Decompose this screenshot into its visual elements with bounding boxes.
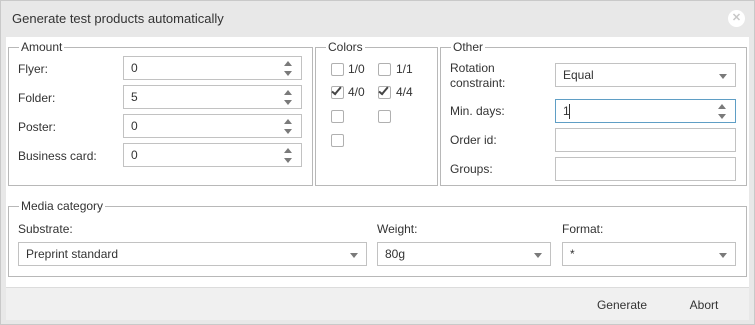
media-category-legend: Media category bbox=[21, 199, 104, 213]
color-label-4-4: 4/4 bbox=[396, 85, 413, 99]
groups-label: Groups: bbox=[450, 162, 493, 176]
checkmark-icon bbox=[331, 84, 342, 96]
other-legend: Other bbox=[453, 40, 484, 54]
spinner-icon[interactable] bbox=[284, 61, 293, 76]
flyer-quantity-input[interactable]: 0 bbox=[123, 56, 302, 80]
groups-input[interactable] bbox=[555, 157, 736, 181]
flyer-label: Flyer: bbox=[18, 62, 48, 76]
dialog-title: Generate test products automatically bbox=[12, 11, 224, 26]
dialog-body: Amount Flyer: 0 Folder: 5 Poster: 0 Busi… bbox=[6, 37, 749, 287]
spinner-icon[interactable] bbox=[718, 104, 727, 119]
poster-quantity-input[interactable]: 0 bbox=[123, 114, 302, 138]
spinner-icon[interactable] bbox=[284, 148, 293, 163]
poster-quantity-value: 0 bbox=[131, 119, 138, 133]
folder-quantity-value: 5 bbox=[131, 90, 138, 104]
format-label: Format: bbox=[562, 222, 604, 236]
abort-button[interactable]: Abort bbox=[666, 292, 742, 316]
rotation-constraint-value: Equal bbox=[563, 68, 594, 82]
colors-legend: Colors bbox=[328, 40, 363, 54]
min-days-label: Min. days: bbox=[450, 104, 505, 118]
color-checkbox-4-4[interactable] bbox=[378, 84, 391, 99]
chevron-down-icon bbox=[719, 253, 727, 258]
folder-label: Folder: bbox=[18, 91, 56, 105]
color-checkbox-unlabeled[interactable] bbox=[378, 110, 391, 123]
color-label-1-1: 1/1 bbox=[396, 62, 413, 76]
poster-label: Poster: bbox=[18, 120, 57, 134]
format-value: * bbox=[570, 247, 575, 261]
dialog: Generate test products automatically ✕ A… bbox=[0, 0, 755, 325]
close-icon[interactable]: ✕ bbox=[728, 10, 745, 27]
spinner-icon[interactable] bbox=[284, 90, 293, 105]
generate-button[interactable]: Generate bbox=[584, 292, 660, 316]
weight-select[interactable]: 80g bbox=[377, 242, 551, 266]
folder-quantity-input[interactable]: 5 bbox=[123, 85, 302, 109]
substrate-value: Preprint standard bbox=[26, 247, 119, 261]
weight-value: 80g bbox=[385, 247, 406, 261]
weight-label: Weight: bbox=[377, 222, 418, 236]
color-checkbox-unlabeled[interactable] bbox=[331, 134, 344, 147]
chevron-down-icon bbox=[350, 253, 358, 258]
substrate-select[interactable]: Preprint standard bbox=[18, 242, 367, 266]
business-card-quantity-input[interactable]: 0 bbox=[123, 143, 302, 167]
color-checkbox-1-0[interactable] bbox=[331, 63, 344, 76]
spinner-icon[interactable] bbox=[284, 119, 293, 134]
order-id-input[interactable] bbox=[555, 128, 736, 152]
business-card-quantity-value: 0 bbox=[131, 148, 138, 162]
rotation-constraint-select[interactable]: Equal bbox=[555, 63, 736, 87]
min-days-input[interactable]: 1 bbox=[555, 99, 736, 123]
color-checkbox-4-0[interactable] bbox=[331, 84, 344, 99]
dialog-titlebar: Generate test products automatically ✕ bbox=[1, 1, 754, 37]
format-select[interactable]: * bbox=[562, 242, 736, 266]
text-caret bbox=[569, 104, 570, 119]
checkmark-icon bbox=[378, 84, 389, 96]
flyer-quantity-value: 0 bbox=[131, 61, 138, 75]
color-label-4-0: 4/0 bbox=[348, 85, 365, 99]
order-id-label: Order id: bbox=[450, 133, 497, 147]
color-label-1-0: 1/0 bbox=[348, 62, 365, 76]
substrate-label: Substrate: bbox=[18, 222, 73, 236]
color-checkbox-unlabeled[interactable] bbox=[331, 110, 344, 123]
rotation-constraint-label: Rotation constraint: bbox=[450, 61, 506, 90]
color-checkbox-1-1[interactable] bbox=[378, 63, 391, 76]
business-card-label: Business card: bbox=[18, 149, 97, 163]
chevron-down-icon bbox=[719, 74, 727, 79]
amount-legend: Amount bbox=[21, 40, 63, 54]
chevron-down-icon bbox=[534, 253, 542, 258]
dialog-footer: Generate Abort bbox=[6, 287, 749, 320]
